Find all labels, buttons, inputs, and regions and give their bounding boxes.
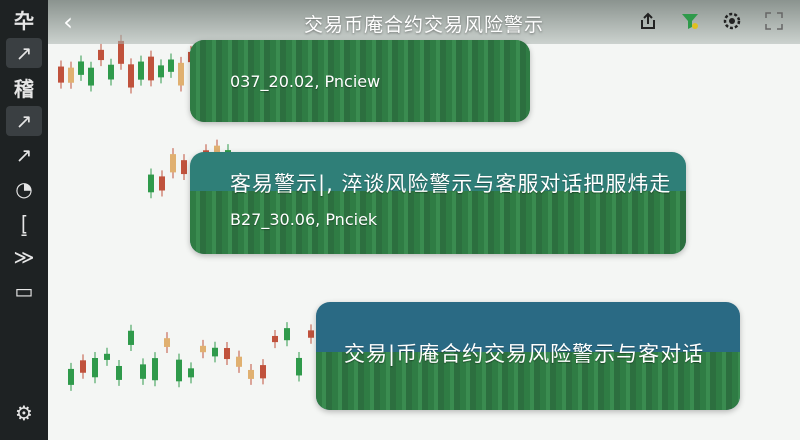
candle-body (272, 335, 278, 343)
candle-body (88, 67, 94, 86)
measure-icon[interactable]: ◔ (6, 174, 42, 204)
candle-body (108, 64, 114, 80)
message-card[interactable]: 交易|币庵合约交易风险警示与客对话 (316, 302, 740, 410)
message-card[interactable]: 037_20.02, Pnciew (190, 40, 530, 122)
frame-icon[interactable]: ▭ (6, 276, 42, 306)
candle-body (248, 369, 254, 379)
tool-sidebar: 卆 ↗ 稽 ↗ ↗ ◔ ⦋ ≫ ▭ ⚙ (0, 0, 48, 440)
settings-icon[interactable] (720, 9, 744, 33)
candle-body (260, 365, 266, 379)
candle-body (308, 330, 314, 338)
candle-body (200, 345, 206, 353)
candle-body (148, 56, 154, 81)
candle-body (164, 338, 170, 347)
top-actions (636, 9, 786, 33)
candle-body (296, 357, 302, 376)
message-text: 客易警示|, 淬谈风险警示与客服对话把服炜走 (230, 172, 672, 196)
candle-body (152, 358, 158, 381)
candle-body (116, 365, 122, 380)
candle-body (170, 154, 176, 173)
candle-body (212, 347, 218, 357)
candle-body (224, 348, 230, 360)
candle-body (128, 330, 134, 345)
arrow-icon[interactable]: ≫ (6, 242, 42, 272)
candle-body (58, 66, 64, 83)
candle-body (236, 356, 242, 367)
draw-line-icon[interactable]: ↗ (6, 38, 42, 68)
candle-body (140, 364, 146, 379)
candle-body (176, 359, 182, 382)
expand-icon[interactable] (762, 9, 786, 33)
message-meta: B27_30.06, Pnciek (230, 210, 378, 229)
candle-body (138, 61, 144, 80)
top-bar: ‹ 交易币庵合约交易风险警示 (48, 0, 800, 44)
message-card[interactable]: 客易警示|, 淬谈风险警示与客服对话把服炜走 B27_30.06, Pnciek (190, 152, 686, 254)
chart-type-icon[interactable]: 卆 (6, 4, 42, 34)
candle-body (92, 357, 98, 378)
bracket-icon[interactable]: ⦋ (6, 208, 42, 238)
candle-body (158, 65, 164, 78)
candle-body (284, 328, 290, 341)
gear-icon[interactable]: ⚙ (6, 398, 42, 428)
candle-body (104, 353, 110, 360)
share-icon[interactable] (636, 9, 660, 33)
candle-body (68, 67, 74, 83)
candle-body (188, 368, 194, 378)
candle-body (181, 160, 187, 175)
candle-body (68, 368, 74, 385)
candle-body (168, 59, 174, 72)
candle-body (178, 62, 184, 86)
candle-body (80, 360, 86, 373)
indicator-text[interactable]: 稽 (6, 72, 42, 102)
candle-body (98, 49, 104, 61)
candle-body (148, 174, 154, 193)
message-meta: 037_20.02, Pnciew (230, 72, 381, 91)
message-text: 交易|币庵合约交易风险警示与客对话 (344, 342, 705, 366)
candle-body (78, 61, 84, 75)
candle-body (118, 40, 124, 64)
filter-icon[interactable] (678, 9, 702, 33)
candle-body (159, 176, 165, 191)
extend-line-icon[interactable]: ↗ (6, 140, 42, 170)
candle-body (128, 64, 134, 88)
ray-icon[interactable]: ↗ (6, 106, 42, 136)
